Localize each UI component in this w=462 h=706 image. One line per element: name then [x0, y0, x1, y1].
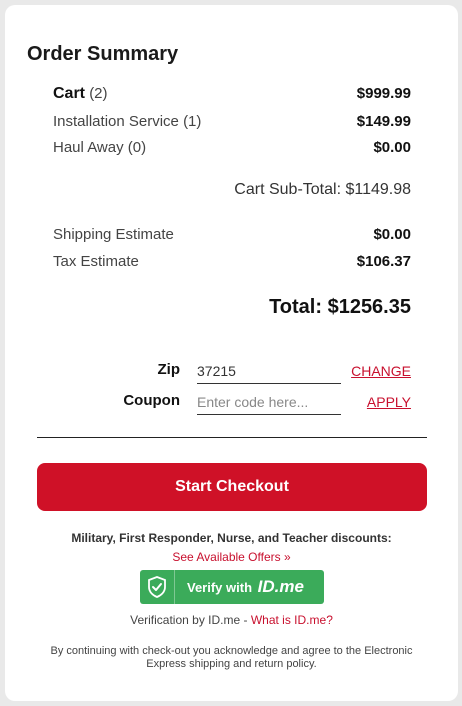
tax-label: Tax Estimate [53, 253, 139, 270]
installation-amount: $149.99 [356, 113, 411, 130]
zip-input[interactable] [197, 361, 341, 384]
coupon-input[interactable] [197, 392, 341, 415]
verify-with-idme-button[interactable]: Verify with ID.me [140, 570, 324, 604]
cart-label: Cart [53, 85, 86, 102]
order-summary-title: Order Summary [27, 43, 179, 65]
what-is-idme-link[interactable]: What is ID.me? [251, 613, 333, 627]
apply-coupon-link[interactable]: APPLY [367, 394, 411, 410]
verification-line: Verification by ID.me - What is ID.me? [5, 613, 458, 627]
cart-count: (2) [89, 85, 108, 102]
verification-text: Verification by ID.me - [130, 613, 251, 627]
idme-brand: ID.me [257, 577, 304, 596]
idme-button-text: Verify with [187, 580, 253, 595]
divider [37, 437, 427, 438]
cart-row: Cart (2) $999.99 [53, 85, 411, 103]
shipping-label: Shipping Estimate [53, 226, 174, 243]
cart-amount: $999.99 [356, 85, 411, 102]
see-offers-link[interactable]: See Available Offers » [5, 550, 458, 564]
tax-amount: $106.37 [356, 253, 411, 270]
change-zip-link[interactable]: CHANGE [351, 363, 411, 379]
cart-label-group: Cart (2) [53, 85, 108, 103]
haul-away-row: Haul Away (0) $0.00 [53, 139, 411, 156]
haul-away-label: Haul Away (0) [53, 139, 147, 156]
shipping-amount: $0.00 [373, 226, 411, 243]
coupon-label: Coupon [123, 392, 180, 409]
checkout-disclaimer: By continuing with check-out you acknowl… [50, 645, 413, 670]
order-summary-card: Order Summary Cart (2) $999.99 Installat… [5, 5, 458, 701]
haul-away-amount: $0.00 [373, 139, 411, 156]
order-total: Total: $1256.35 [269, 296, 411, 318]
idme-button-label: Verify with ID.me [175, 577, 304, 597]
shield-check-icon [140, 570, 175, 604]
discounts-heading: Military, First Responder, Nurse, and Te… [71, 531, 392, 545]
zip-label: Zip [157, 361, 181, 378]
start-checkout-button[interactable]: Start Checkout [37, 463, 427, 511]
tax-row: Tax Estimate $106.37 [53, 253, 411, 270]
cart-subtotal: Cart Sub-Total: $1149.98 [234, 181, 411, 198]
installation-row: Installation Service (1) $149.99 [53, 113, 411, 130]
shipping-row: Shipping Estimate $0.00 [53, 226, 411, 243]
installation-label: Installation Service (1) [53, 113, 202, 130]
